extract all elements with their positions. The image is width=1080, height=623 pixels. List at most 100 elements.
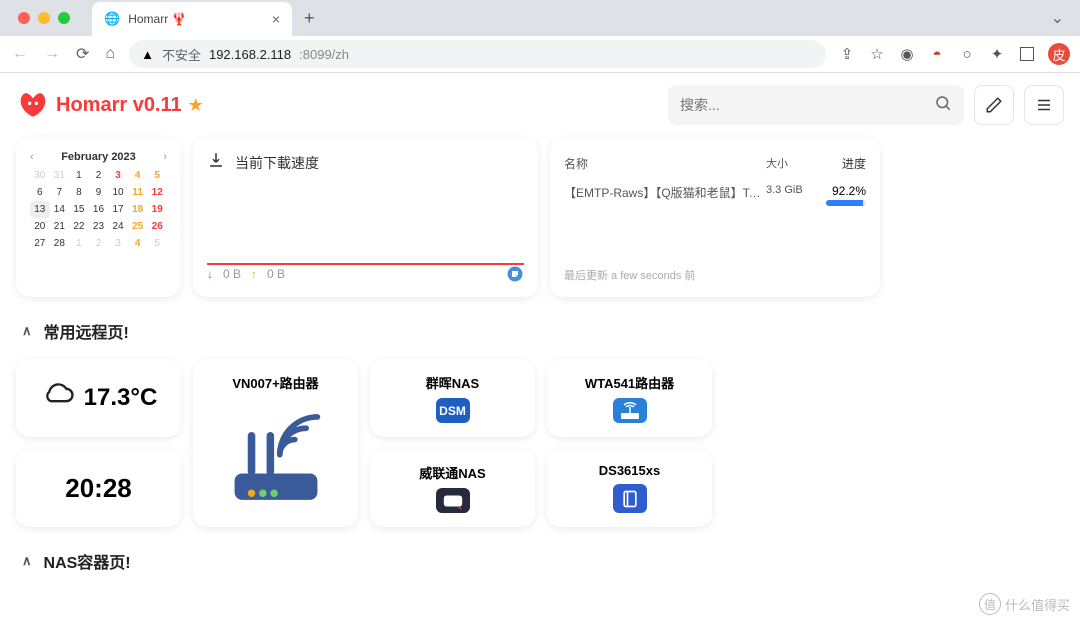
cal-day[interactable]: 10 [108,184,128,201]
cal-day[interactable]: 25 [128,218,148,235]
xpenology-icon [613,484,647,513]
service-xpenology[interactable]: DS3615xs [547,449,712,527]
forward-button[interactable]: → [42,43,62,65]
cal-day[interactable]: 19 [147,201,167,218]
profile-avatar[interactable]: 皮 [1048,43,1070,65]
cal-day[interactable]: 3 [108,235,128,252]
cal-day[interactable]: 2 [89,167,109,184]
router-icon [216,400,336,513]
service-qnap[interactable]: 威联通NAS [370,449,535,527]
cal-day[interactable]: 17 [108,201,128,218]
cal-day[interactable]: 31 [50,167,70,184]
cal-day[interactable]: 18 [128,201,148,218]
cal-day[interactable]: 14 [50,201,70,218]
window-minimize[interactable] [38,12,50,24]
upload-arrow-icon: ↑ [251,267,257,281]
cal-prev[interactable]: ‹ [30,151,34,163]
app-logo[interactable]: Homarr v0.11 ★ [16,90,204,120]
cal-day[interactable]: 23 [89,218,109,235]
cal-day[interactable]: 15 [69,201,89,218]
extensions-icon[interactable]: ✦ [988,45,1006,63]
svc-title: DS3615xs [599,463,660,478]
download-icon [207,151,225,174]
cal-next[interactable]: › [163,151,167,163]
cal-day[interactable]: 27 [30,235,50,252]
download-widget: 当前下載速度 ↓ 0 B ↑ 0 B [193,137,538,297]
globe-icon: 🌐 [104,11,120,27]
back-button[interactable]: ← [10,43,30,65]
torrent-footer: 最后更新 a few seconds 前 [564,267,866,283]
torrent-widget: 名称 大小 进度 【EMTP-Raws】【Q版猫和老鼠】Tom & Jerry … [550,137,880,297]
cal-day[interactable]: 1 [69,167,89,184]
cal-day[interactable]: 12 [147,184,167,201]
watermark-badge: 值 [979,593,1001,615]
app-header: Homarr v0.11 ★ [0,73,1080,137]
window-maximize[interactable] [58,12,70,24]
new-tab-button[interactable]: + [292,8,327,29]
section-nas[interactable]: ∧ NAS容器页! [16,539,1064,577]
home-button[interactable]: ⌂ [103,43,117,65]
table-row[interactable]: 【EMTP-Raws】【Q版猫和老鼠】Tom & Jerry Kid... 3.… [564,180,866,210]
reload-button[interactable]: ⟳ [74,42,91,66]
cal-day[interactable]: 8 [69,184,89,201]
search-icon[interactable] [934,94,952,117]
address-bar[interactable]: ▲ 不安全 192.168.2.118:8099/zh [129,40,826,68]
qnap-icon [436,488,470,513]
service-synology[interactable]: 群晖NAS DSM [370,359,535,437]
qbittorrent-icon[interactable] [506,265,524,283]
search-input[interactable] [680,97,934,113]
close-icon[interactable]: × [272,11,280,27]
cal-day[interactable]: 11 [128,184,148,201]
tab-title: Homarr 🦞 [128,12,264,26]
chevron-down-icon[interactable]: ⌄ [1035,8,1080,28]
share-icon[interactable]: ⇪ [838,45,856,63]
cal-day[interactable]: 6 [30,184,50,201]
cal-day[interactable]: 20 [30,218,50,235]
cal-day[interactable]: 7 [50,184,70,201]
calendar-widget: ‹ February 2023 › 3031123456789101112131… [16,137,181,297]
cal-day[interactable]: 26 [147,218,167,235]
service-router[interactable]: VN007+路由器 [193,359,358,527]
cal-day[interactable]: 28 [50,235,70,252]
ublock-icon[interactable]: ◓ [928,45,946,63]
download-title: 当前下載速度 [235,153,319,173]
cloud-icon [40,382,74,415]
cal-day[interactable]: 16 [89,201,109,218]
browser-chrome: 🌐 Homarr 🦞 × + ⌄ ← → ⟳ ⌂ ▲ 不安全 192.168.2… [0,0,1080,73]
address-row: ← → ⟳ ⌂ ▲ 不安全 192.168.2.118:8099/zh ⇪ ☆ … [0,36,1080,72]
browser-tab[interactable]: 🌐 Homarr 🦞 × [92,2,292,36]
search-box[interactable] [668,85,964,125]
cal-day[interactable]: 22 [69,218,89,235]
window-close[interactable] [18,12,30,24]
cal-day[interactable]: 4 [128,167,148,184]
svc-title: 威联通NAS [419,463,485,482]
calendar-grid: 3031123456789101112131415161718192021222… [30,167,167,252]
circle-icon[interactable]: ○ [958,45,976,63]
menu-button[interactable] [1024,85,1064,125]
cal-day[interactable]: 13 [30,201,50,218]
url-host: 192.168.2.118 [209,47,291,62]
download-graph [207,174,524,265]
cal-day[interactable]: 3 [108,167,128,184]
cal-day[interactable]: 4 [128,235,148,252]
warning-icon: ▲ [141,47,154,62]
edit-button[interactable] [974,85,1014,125]
bookmark-icon[interactable]: ☆ [868,45,886,63]
cal-day[interactable]: 2 [89,235,109,252]
cal-day[interactable]: 30 [30,167,50,184]
extension-icon[interactable]: ◉ [898,45,916,63]
weather-widget[interactable]: 17.3°C [16,359,181,437]
cal-day[interactable]: 5 [147,167,167,184]
cal-day[interactable]: 5 [147,235,167,252]
cal-day[interactable]: 24 [108,218,128,235]
cal-day[interactable]: 9 [89,184,109,201]
service-wta[interactable]: WTA541路由器 [547,359,712,437]
cal-day[interactable]: 1 [69,235,89,252]
col-name: 名称 [564,155,766,172]
svc-title: 群晖NAS [426,373,479,392]
svc-title: WTA541路由器 [585,373,674,392]
upload-value: 0 B [267,267,285,281]
panel-icon[interactable] [1018,45,1036,63]
cal-day[interactable]: 21 [50,218,70,235]
section-remote[interactable]: ∧ 常用远程页! [16,309,1064,347]
